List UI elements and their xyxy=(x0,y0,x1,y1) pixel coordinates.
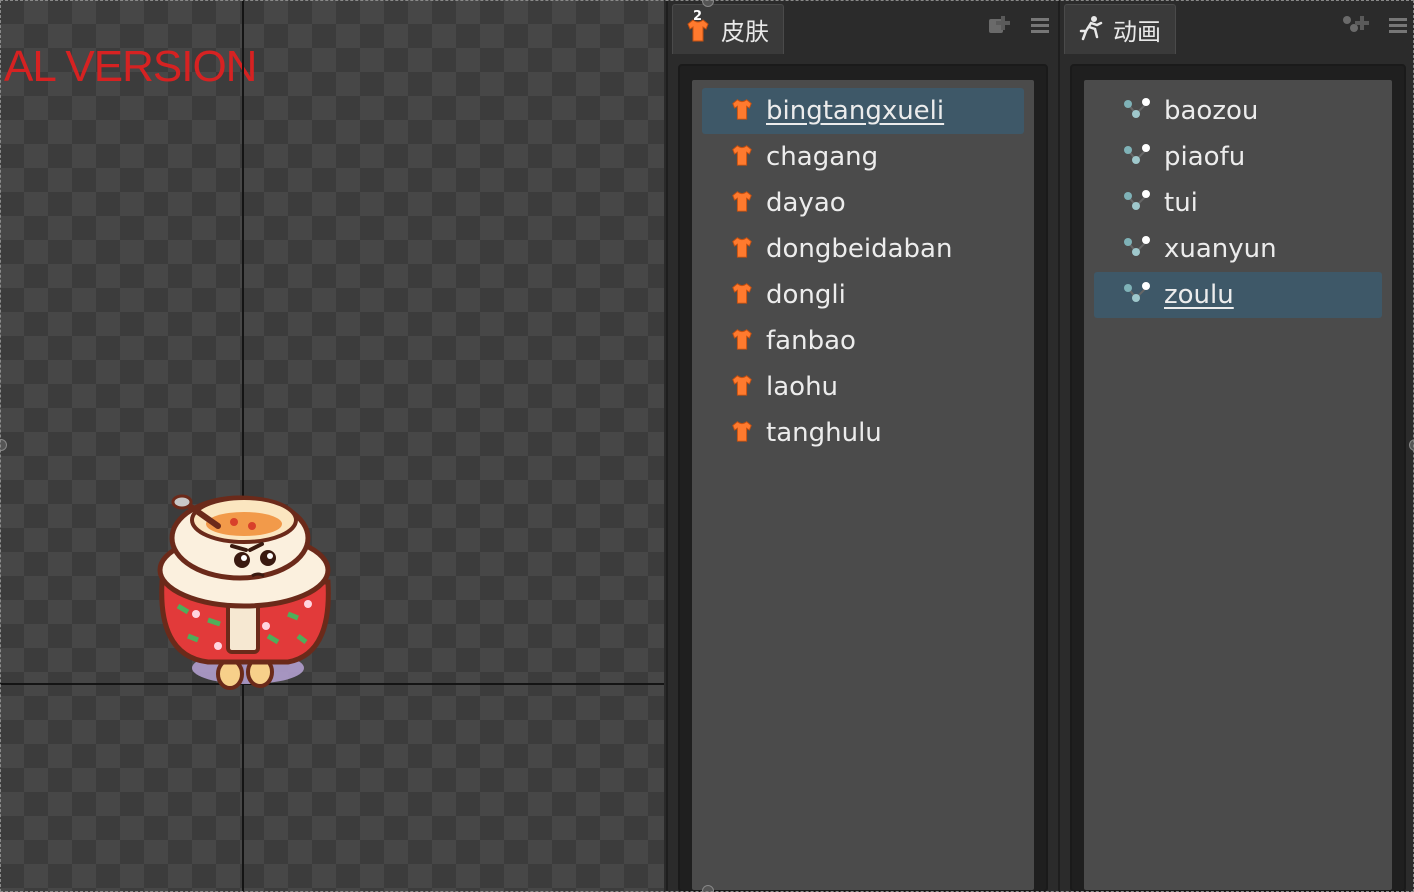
shirt-icon: 2 xyxy=(685,9,711,43)
list-item-label: xuanyun xyxy=(1164,234,1277,264)
skins-panel-body: bingtangxueli chagang dayao dongbeidaban… xyxy=(678,64,1048,892)
shirt-icon xyxy=(730,189,754,217)
list-item-label: dongli xyxy=(766,280,846,310)
list-item-label: dayao xyxy=(766,188,846,218)
resize-handle-bottom[interactable] xyxy=(702,885,714,892)
resize-handle-right[interactable] xyxy=(1409,439,1414,451)
shirt-icon xyxy=(730,327,754,355)
animation-nodes-icon xyxy=(1122,188,1152,218)
skins-tabbar: 2 皮肤 xyxy=(668,4,1058,54)
app-window: AL VERSION 2 皮肤 bingtangxueli chagang da… xyxy=(0,0,1414,892)
tab-animations-label: 动画 xyxy=(1113,18,1161,46)
animations-tab-actions xyxy=(1342,12,1408,42)
list-item-animation[interactable]: tui xyxy=(1094,180,1382,226)
viewport-canvas[interactable]: AL VERSION xyxy=(0,0,664,892)
trial-watermark: AL VERSION xyxy=(4,42,257,91)
list-item-skin[interactable]: laohu xyxy=(702,364,1024,410)
list-item-label: laohu xyxy=(766,372,839,402)
list-item-animation[interactable]: piaofu xyxy=(1094,134,1382,180)
shirt-icon xyxy=(730,281,754,309)
list-item-label: zoulu xyxy=(1164,280,1234,310)
animation-nodes-icon xyxy=(1122,96,1152,126)
list-item-label: chagang xyxy=(766,142,879,172)
shirt-icon xyxy=(730,235,754,263)
list-item-animation[interactable]: xuanyun xyxy=(1094,226,1382,272)
list-item-skin[interactable]: bingtangxueli xyxy=(702,88,1024,134)
list-item-label: tanghulu xyxy=(766,418,882,448)
list-item-label: tui xyxy=(1164,188,1198,218)
skins-tab-actions xyxy=(986,12,1050,42)
character-sprite[interactable] xyxy=(148,486,338,696)
list-item-skin[interactable]: chagang xyxy=(702,134,1024,180)
list-item-label: dongbeidaban xyxy=(766,234,953,264)
tab-skins-label: 皮肤 xyxy=(721,18,769,46)
skin-count-badge: 2 xyxy=(693,8,703,24)
add-icon[interactable] xyxy=(986,12,1012,42)
list-item-label: fanbao xyxy=(766,326,856,356)
y-axis-line xyxy=(242,0,244,892)
list-item-label: piaofu xyxy=(1164,142,1246,172)
add-icon[interactable] xyxy=(1342,12,1370,42)
list-item-skin[interactable]: fanbao xyxy=(702,318,1024,364)
tab-skins[interactable]: 2 皮肤 xyxy=(672,4,784,54)
hamburger-menu-icon[interactable] xyxy=(1388,15,1408,39)
list-item-skin[interactable]: dongbeidaban xyxy=(702,226,1024,272)
list-item-animation[interactable]: zoulu xyxy=(1094,272,1382,318)
resize-handle-left[interactable] xyxy=(0,439,7,451)
list-item-label: bingtangxueli xyxy=(766,96,945,126)
shirt-icon xyxy=(730,373,754,401)
shirt-icon xyxy=(730,143,754,171)
list-item-skin[interactable]: tanghulu xyxy=(702,410,1024,456)
list-item-skin[interactable]: dayao xyxy=(702,180,1024,226)
hamburger-menu-icon[interactable] xyxy=(1030,15,1050,39)
list-item-label: baozou xyxy=(1164,96,1259,126)
animation-nodes-icon xyxy=(1122,280,1152,310)
running-figure-icon xyxy=(1077,15,1103,45)
animations-panel: 动画 baozou piaofu tui xuanyun zoulu xyxy=(1058,0,1414,892)
list-item-skin[interactable]: dongli xyxy=(702,272,1024,318)
skins-panel: 2 皮肤 bingtangxueli chagang dayao dongbei… xyxy=(666,0,1058,892)
shirt-icon xyxy=(730,97,754,125)
list-item-animation[interactable]: baozou xyxy=(1094,88,1382,134)
animation-nodes-icon xyxy=(1122,234,1152,264)
animations-tabbar: 动画 xyxy=(1060,4,1414,54)
animations-panel-body: baozou piaofu tui xuanyun zoulu xyxy=(1070,64,1406,892)
animation-nodes-icon xyxy=(1122,142,1152,172)
skins-list[interactable]: bingtangxueli chagang dayao dongbeidaban… xyxy=(692,80,1034,890)
shirt-icon xyxy=(730,419,754,447)
animations-list[interactable]: baozou piaofu tui xuanyun zoulu xyxy=(1084,80,1392,890)
tab-animations[interactable]: 动画 xyxy=(1064,4,1176,54)
